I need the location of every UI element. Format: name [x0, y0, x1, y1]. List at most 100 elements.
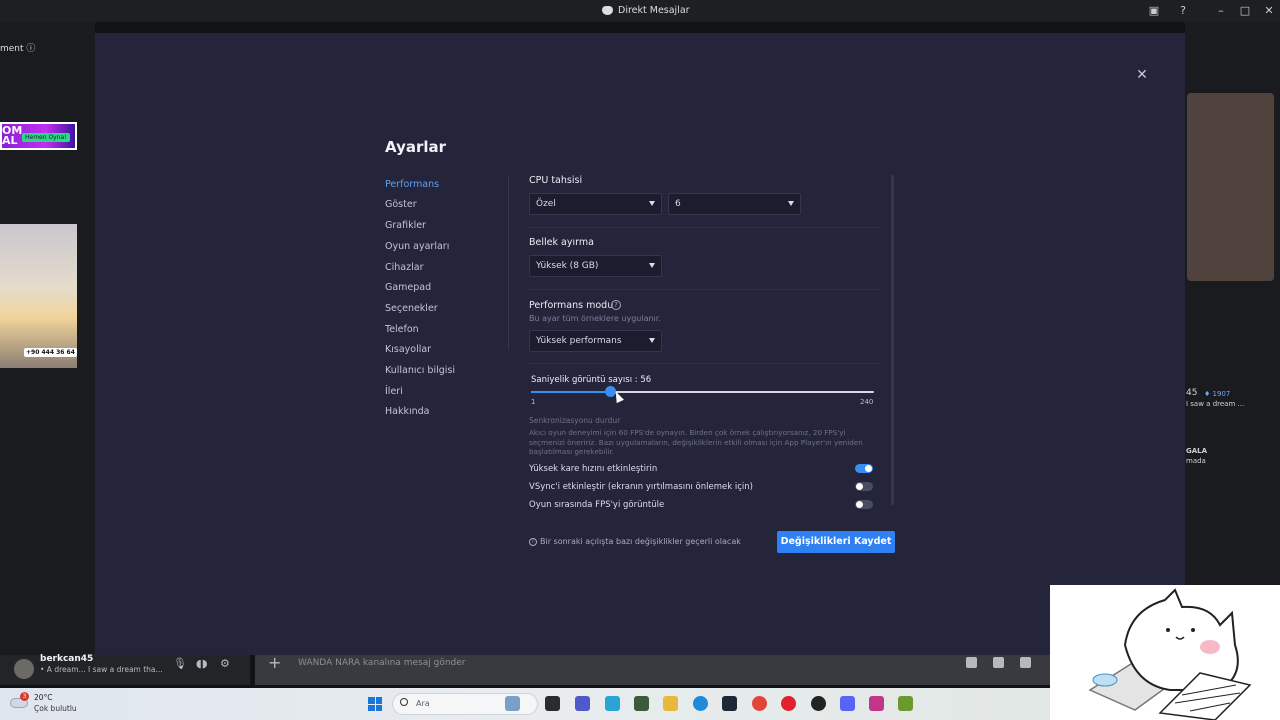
nav-phone[interactable]: Telefon [385, 324, 419, 335]
cpu-mode-dropdown[interactable]: Özel [529, 193, 662, 215]
bluestacks-icon[interactable] [898, 696, 913, 711]
toggle-knob [856, 483, 863, 490]
search-icon [400, 698, 408, 706]
settings-scrollbar[interactable] [891, 175, 894, 505]
left-background-text: ment ⓘ [0, 44, 36, 54]
info-icon: i [529, 537, 537, 546]
right-message: I saw a dream ... [1186, 400, 1245, 408]
right-badge: ♦ 1907 [1204, 390, 1231, 398]
toggle-knob [865, 465, 872, 472]
steam-icon[interactable] [722, 696, 737, 711]
opera-icon[interactable] [781, 696, 796, 711]
chevron-down-icon [649, 263, 655, 268]
discord-taskbar-icon[interactable] [840, 696, 855, 711]
right-count: 45 [1186, 388, 1198, 398]
nav-options[interactable]: Seçenekler [385, 303, 438, 314]
gif-icon[interactable] [993, 657, 1004, 668]
fps-min-label: 1 [531, 398, 536, 406]
chrome-icon[interactable] [752, 696, 767, 711]
microphone-icon[interactable]: 🎙 [173, 657, 187, 670]
settings-gear-icon[interactable]: ⚙ [220, 657, 230, 670]
discord-icon [602, 6, 613, 15]
gift-icon[interactable] [966, 657, 977, 668]
chevron-down-icon [788, 201, 794, 206]
section-divider [529, 289, 879, 290]
save-changes-button[interactable]: Değişiklikleri Kaydet [777, 531, 895, 553]
window-title: Direkt Mesajlar [602, 5, 690, 16]
section-divider [529, 363, 879, 364]
windows-start-icon[interactable] [368, 697, 382, 711]
task-view-icon[interactable] [545, 696, 560, 711]
search-highlight-icon [505, 696, 520, 711]
edge-icon[interactable] [693, 696, 708, 711]
nav-shortcuts[interactable]: Kısayollar [385, 344, 431, 355]
perf-mode-dropdown[interactable]: Yüksek performans [529, 330, 662, 352]
cpu-label: CPU tahsisi [529, 175, 583, 186]
fps-desc-title: Senkronizasyonu durdur [529, 416, 621, 425]
high-fps-label: Yüksek kare hızını etkinleştirin [529, 464, 658, 474]
minimize-button[interactable]: – [1213, 3, 1229, 19]
inbox-icon[interactable]: ▣ [1146, 3, 1162, 19]
section-divider [529, 227, 879, 228]
restart-note-text: Bir sonraki açılışta bazı değişiklikler … [540, 537, 741, 546]
weather-badge: 3 [20, 692, 29, 701]
question-icon[interactable]: ? [611, 300, 621, 310]
window-title-text: Direkt Mesajlar [618, 5, 690, 16]
toggle-knob [856, 501, 863, 508]
copilot-icon[interactable] [605, 696, 620, 711]
ad-phone: +90 444 36 64 [24, 348, 77, 357]
headphones-icon[interactable]: ◖◗ [196, 657, 208, 670]
fps-label: Saniyelik görüntü sayısı : 56 [531, 375, 652, 385]
title-bar: Direkt Mesajlar ▣ ? – □ ✕ [0, 0, 1280, 22]
app-icon[interactable] [634, 696, 649, 711]
file-explorer-icon[interactable] [663, 696, 678, 711]
event-banner[interactable]: OM AL Hemen Oyna! [0, 122, 77, 150]
nav-game-settings[interactable]: Oyun ayarları [385, 241, 449, 252]
avatar[interactable] [14, 659, 34, 679]
chevron-down-icon [649, 338, 655, 343]
cat-keyboard-icon [1088, 588, 1252, 720]
message-input[interactable]: WANDA NARA kanalına mesaj gönder [298, 658, 466, 668]
settings-title: Ayarlar [385, 138, 447, 156]
right-sub: mada [1186, 457, 1206, 465]
nav-gamepad[interactable]: Gamepad [385, 282, 431, 293]
nav-advanced[interactable]: İleri [385, 386, 403, 397]
instagram-icon[interactable] [869, 696, 884, 711]
chevron-down-icon [649, 201, 655, 206]
nav-divider [508, 175, 509, 350]
xbox-icon[interactable] [811, 696, 826, 711]
show-fps-label: Oyun sırasında FPS'yi görüntüle [529, 500, 665, 510]
nav-about[interactable]: Hakkında [385, 406, 429, 417]
fps-slider-fill [531, 391, 610, 393]
attach-plus-icon[interactable]: + [268, 655, 281, 671]
temperature: 20°C [34, 693, 53, 702]
teams-icon[interactable] [575, 696, 590, 711]
nav-performance[interactable]: Performans [385, 179, 439, 190]
help-icon[interactable]: ? [1175, 3, 1191, 19]
show-fps-toggle[interactable] [855, 500, 873, 509]
memory-value: Yüksek (8 GB) [536, 261, 599, 271]
perf-mode-label: Performans modu [529, 300, 614, 311]
right-name: GALA [1186, 447, 1208, 455]
user-status: • A dream... I saw a dream tha... [40, 665, 162, 674]
banner-play-button[interactable]: Hemen Oyna! [22, 133, 70, 142]
close-window-button[interactable]: ✕ [1261, 3, 1277, 19]
perf-mode-note: Bu ayar tüm örneklere uygulanır. [529, 314, 661, 323]
right-media-card [1187, 93, 1274, 281]
nav-devices[interactable]: Cihazlar [385, 262, 423, 273]
memory-dropdown[interactable]: Yüksek (8 GB) [529, 255, 662, 277]
nav-display[interactable]: Göster [385, 199, 417, 210]
close-icon[interactable]: ✕ [1136, 68, 1148, 82]
high-fps-toggle[interactable] [855, 464, 873, 473]
nav-user-info[interactable]: Kullanıcı bilgisi [385, 365, 455, 376]
banner-text: OM AL [2, 124, 23, 147]
nav-graphics[interactable]: Grafikler [385, 220, 426, 231]
ad-banner[interactable]: +90 444 36 64 [0, 224, 77, 368]
sticker-icon[interactable] [1020, 657, 1031, 668]
perf-mode-value: Yüksek performans [536, 336, 622, 346]
screen: { "window": { "title": "Direkt Mesajlar"… [0, 0, 1280, 720]
cpu-cores-dropdown[interactable]: 6 [668, 193, 801, 215]
maximize-button[interactable]: □ [1237, 3, 1253, 19]
vsync-toggle[interactable] [855, 482, 873, 491]
cat-sticker [1050, 585, 1280, 720]
